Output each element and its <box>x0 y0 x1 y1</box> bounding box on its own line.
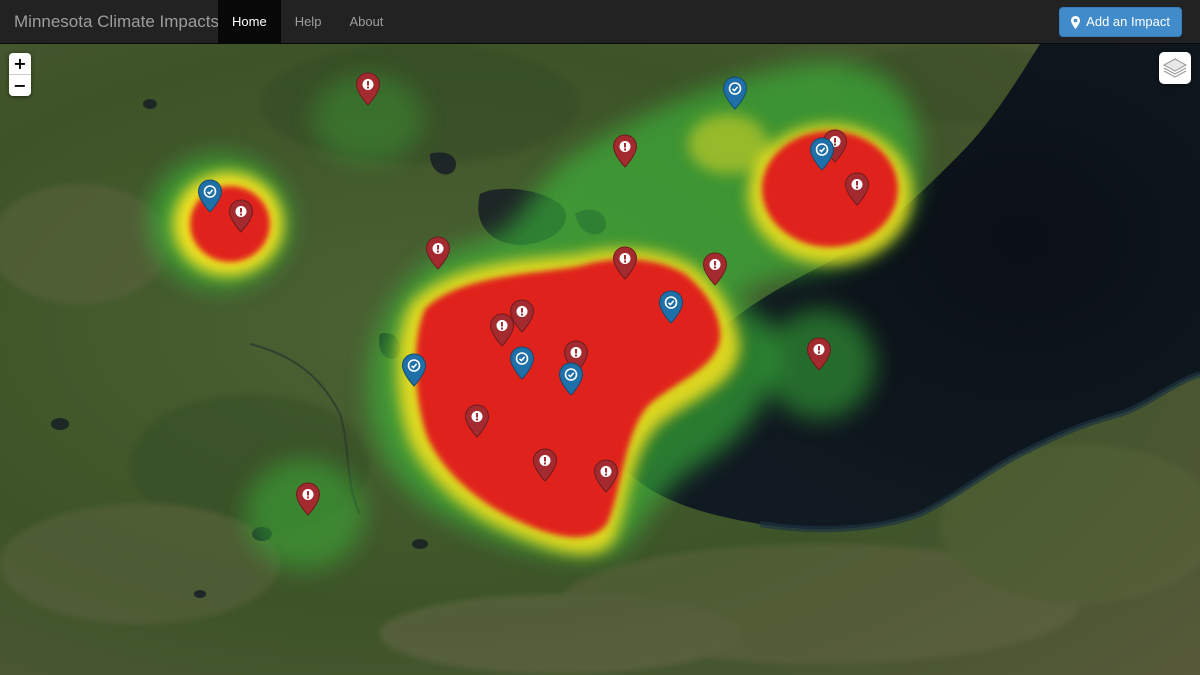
impact-marker-alert[interactable] <box>489 313 515 347</box>
nav-home[interactable]: Home <box>218 0 281 44</box>
impact-marker-check[interactable] <box>401 353 427 387</box>
impact-marker-alert[interactable] <box>425 236 451 270</box>
exclamation-icon <box>624 255 626 260</box>
navbar: Minnesota Climate Impacts Home Help Abou… <box>0 0 1200 44</box>
impact-marker-alert[interactable] <box>702 252 728 286</box>
exclamation-icon <box>240 208 242 213</box>
add-impact-label: Add an Impact <box>1086 14 1170 29</box>
layers-icon <box>1162 58 1188 78</box>
app-brand[interactable]: Minnesota Climate Impacts <box>14 0 219 44</box>
exclamation-icon <box>501 322 503 327</box>
exclamation-icon <box>476 413 478 418</box>
impact-marker-alert[interactable] <box>593 459 619 493</box>
impact-marker-check[interactable] <box>509 346 535 380</box>
impact-marker-alert[interactable] <box>844 172 870 206</box>
zoom-control: + − <box>9 53 31 96</box>
impact-marker-check[interactable] <box>722 76 748 110</box>
impact-marker-check[interactable] <box>558 362 584 396</box>
exclamation-icon <box>575 349 577 354</box>
exclamation-icon <box>367 81 369 86</box>
nav-menu: Home Help About <box>218 0 397 44</box>
impact-marker-check[interactable] <box>809 137 835 171</box>
nav-help[interactable]: Help <box>281 0 336 44</box>
exclamation-icon <box>544 457 546 462</box>
map-pin-icon <box>1071 15 1081 29</box>
impact-marker-alert[interactable] <box>464 404 490 438</box>
zoom-out-button[interactable]: − <box>9 74 31 96</box>
impact-marker-alert[interactable] <box>612 246 638 280</box>
impact-marker-alert[interactable] <box>355 72 381 106</box>
impact-marker-alert[interactable] <box>806 337 832 371</box>
zoom-in-button[interactable]: + <box>9 53 31 74</box>
exclamation-icon <box>307 491 309 496</box>
exclamation-icon <box>714 261 716 266</box>
nav-about[interactable]: About <box>335 0 397 44</box>
exclamation-icon <box>521 308 523 313</box>
impact-marker-alert[interactable] <box>295 482 321 516</box>
exclamation-icon <box>437 245 439 250</box>
exclamation-icon <box>605 468 607 473</box>
impact-marker-alert[interactable] <box>612 134 638 168</box>
impact-marker-check[interactable] <box>197 179 223 213</box>
add-impact-button[interactable]: Add an Impact <box>1059 7 1182 37</box>
impact-marker-alert[interactable] <box>228 199 254 233</box>
layers-button[interactable] <box>1159 52 1191 84</box>
exclamation-icon <box>818 346 820 351</box>
impact-marker-alert[interactable] <box>532 448 558 482</box>
impact-marker-check[interactable] <box>658 290 684 324</box>
satellite-basemap[interactable] <box>0 44 1200 675</box>
map-view[interactable]: + − <box>0 44 1200 675</box>
exclamation-icon <box>624 143 626 148</box>
exclamation-icon <box>856 181 858 186</box>
